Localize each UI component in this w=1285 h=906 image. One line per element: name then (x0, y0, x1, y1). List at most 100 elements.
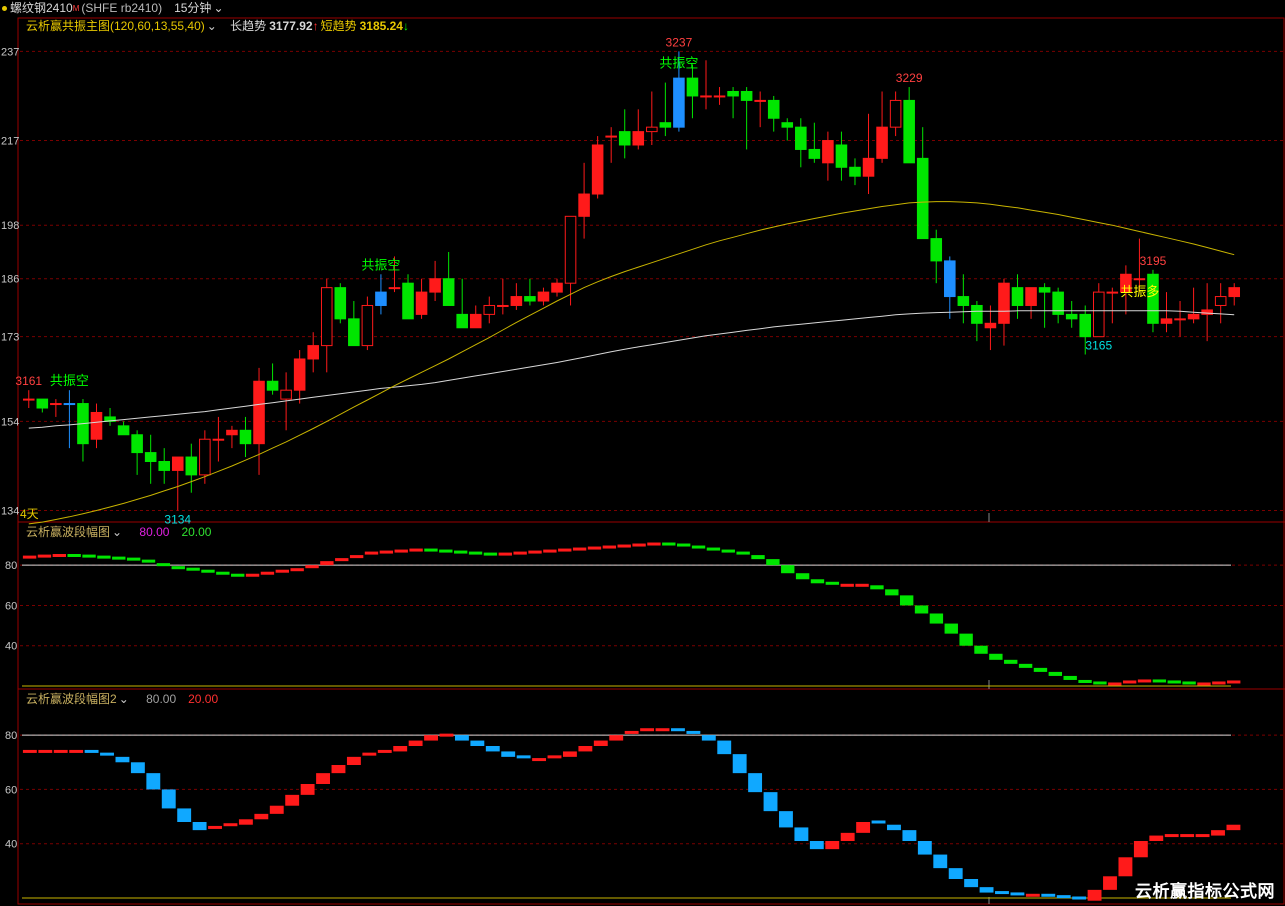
candle-body (618, 131, 631, 146)
candle-annotation: 3195 (1140, 254, 1167, 268)
osc1-bar (454, 550, 468, 554)
osc2-bar (701, 735, 716, 741)
osc1-bar (1197, 682, 1211, 686)
osc1-bar (676, 543, 691, 547)
osc2-bar (223, 823, 238, 827)
osc1-bar (1033, 667, 1048, 672)
osc1-bar (751, 555, 765, 560)
osc1-bar (37, 554, 52, 558)
osc1-upper-value: 80.00 (139, 525, 170, 539)
osc2-bar (254, 813, 269, 820)
osc2-bar (1118, 857, 1133, 877)
candle-body (1214, 296, 1227, 306)
osc1-bar (171, 566, 185, 570)
osc1-bar (22, 555, 37, 559)
short-trend-down-arrow-icon: ↓ (402, 19, 409, 33)
candle-body (239, 429, 252, 445)
osc1-bar (483, 552, 498, 556)
osc1-bar (1137, 679, 1152, 683)
osc1-bar (52, 554, 67, 557)
candle-body (361, 304, 374, 347)
chevron-down-icon[interactable]: ⌄ (112, 525, 122, 539)
osc2-bar (424, 735, 439, 741)
short-trend-label: 短趋势 (320, 19, 357, 33)
candle-body (483, 304, 496, 315)
candle-body (1228, 287, 1241, 298)
osc1-tick-label: 60 (5, 600, 17, 612)
candle-body (700, 95, 712, 98)
osc1-bar (855, 583, 869, 587)
osc1-bar (201, 569, 215, 573)
price-tick-label: 173 (1, 332, 19, 344)
chevron-down-icon[interactable]: ⌄ (119, 692, 129, 706)
osc2-bar (562, 751, 577, 757)
osc2-bar (208, 825, 222, 829)
osc1-bar (82, 554, 96, 558)
osc1-lower-value: 20.00 (181, 525, 212, 539)
osc2-bar (115, 756, 130, 763)
osc1-bar (67, 554, 81, 557)
osc2-bar (1149, 835, 1164, 841)
candle-body (185, 456, 198, 476)
osc1-bar (691, 545, 706, 549)
candle-body (551, 282, 563, 293)
candle-body (632, 131, 645, 146)
osc1-bar (424, 548, 438, 552)
osc1-bar (810, 579, 825, 584)
osc2-bar (794, 827, 809, 841)
osc1-bar (632, 543, 646, 547)
osc1-bar (617, 544, 631, 548)
main-indicator-title[interactable]: 云析赢共振主图 (26, 19, 110, 33)
osc1-bar (1093, 681, 1107, 685)
candle-body (1093, 291, 1105, 338)
osc2-bar (1025, 893, 1040, 897)
candle-body (429, 278, 441, 293)
osc2-bar (578, 746, 593, 752)
osc1-bar (468, 551, 483, 555)
candle-body (646, 126, 658, 133)
osc2-bar (887, 824, 901, 831)
osc2-title[interactable]: 云析赢波段幅图2 (26, 692, 117, 706)
osc2-upper-value: 80.00 (146, 692, 177, 706)
candle-body (320, 287, 333, 347)
osc2-bar (902, 830, 917, 841)
candle-body (131, 434, 143, 454)
candle-body (971, 304, 983, 324)
short-trend-line (28, 201, 1235, 525)
osc2-bar (100, 752, 114, 756)
osc1-bar (216, 571, 230, 575)
osc1-bar (1227, 680, 1241, 684)
candle-body (158, 461, 170, 471)
candle-body (63, 403, 76, 406)
osc2-bar (732, 754, 747, 774)
candle-body (510, 296, 523, 306)
chevron-down-icon[interactable]: ⌄ (207, 19, 217, 33)
candle-body (293, 358, 306, 391)
candle-body (713, 95, 726, 98)
candle-body (1160, 318, 1173, 324)
osc2-tick-label: 60 (5, 784, 17, 796)
osc1-bar (1018, 663, 1033, 668)
osc2-tick-label: 80 (5, 730, 17, 742)
candle-body (307, 345, 319, 360)
candle-annotation: 3161 (15, 374, 42, 388)
candle-body (822, 140, 834, 164)
candle-body (740, 90, 753, 101)
osc2-bar (995, 891, 1009, 895)
chart-canvas[interactable]: 1341541731861982172373161 共振空3134共振空3237共… (0, 0, 1285, 906)
candle-body (1187, 313, 1200, 320)
osc2-bar (532, 758, 547, 762)
osc2-bar (809, 841, 824, 850)
osc1-title[interactable]: 云析赢波段幅图 (26, 525, 110, 539)
days-label: 4天 (20, 507, 39, 521)
candle-body (171, 456, 184, 471)
osc1-bar (558, 548, 572, 552)
candle-body (212, 438, 225, 441)
osc1-bar (528, 550, 542, 554)
osc1-bar (1078, 679, 1092, 683)
candle-body (334, 287, 347, 320)
candle-annotation: 共振空 (659, 55, 698, 70)
osc1-bar (840, 583, 854, 587)
osc1-bar (364, 551, 379, 555)
osc2-bar (316, 773, 330, 784)
